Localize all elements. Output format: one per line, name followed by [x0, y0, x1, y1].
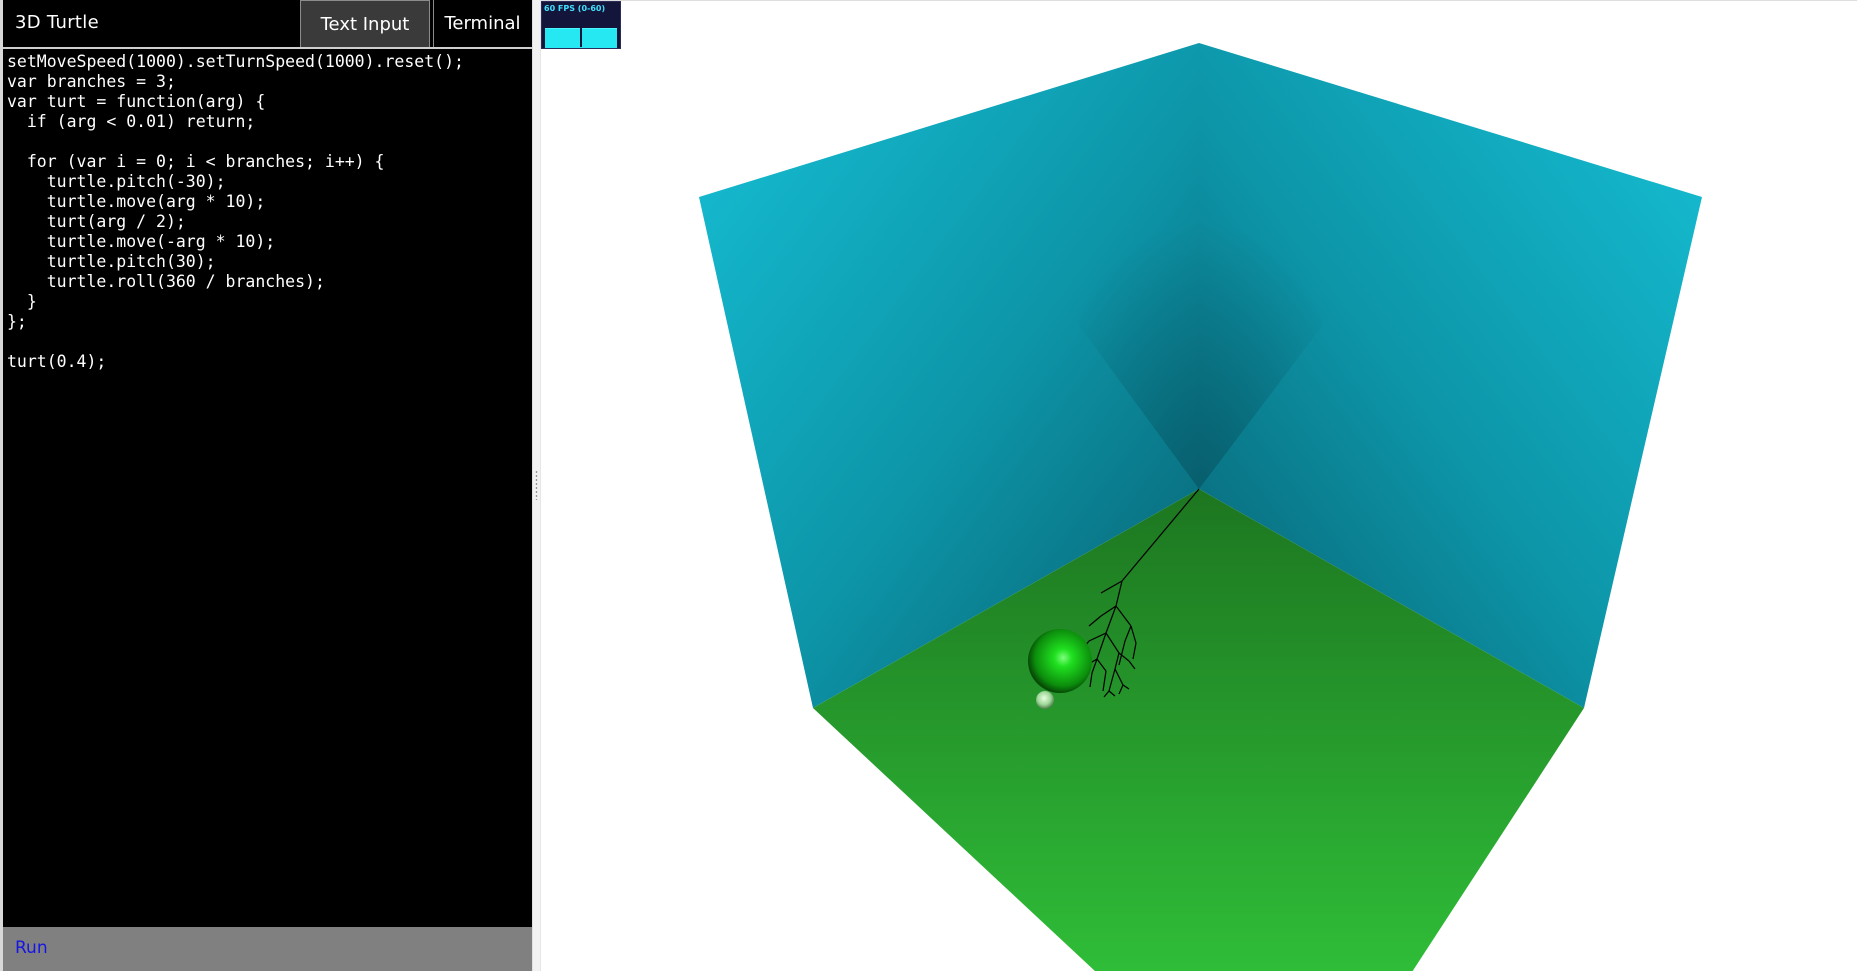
- 3d-viewport[interactable]: 60 FPS (0-60): [541, 0, 1857, 971]
- run-bar: Run: [3, 927, 532, 971]
- fps-graph-divider: [580, 28, 582, 47]
- 3d-scene[interactable]: [541, 1, 1857, 971]
- pane-splitter[interactable]: [532, 0, 541, 971]
- turtle-sphere: [1028, 629, 1092, 693]
- app-window: 3D Turtle Text Input Terminal Run: [0, 0, 1857, 971]
- run-button[interactable]: Run: [15, 938, 48, 958]
- fps-label: 60 FPS (0-60): [544, 4, 606, 13]
- editor-pane: 3D Turtle Text Input Terminal Run: [0, 0, 532, 971]
- app-title: 3D Turtle: [15, 12, 99, 33]
- tab-bar: 3D Turtle Text Input Terminal: [3, 0, 532, 49]
- origin-marker-sphere: [1036, 691, 1054, 709]
- fps-meter[interactable]: 60 FPS (0-60): [541, 1, 621, 49]
- tab-text-input[interactable]: Text Input: [300, 0, 430, 47]
- code-editor[interactable]: [7, 52, 527, 924]
- splitter-grip-icon: [535, 470, 538, 500]
- tab-terminal[interactable]: Terminal: [433, 0, 531, 47]
